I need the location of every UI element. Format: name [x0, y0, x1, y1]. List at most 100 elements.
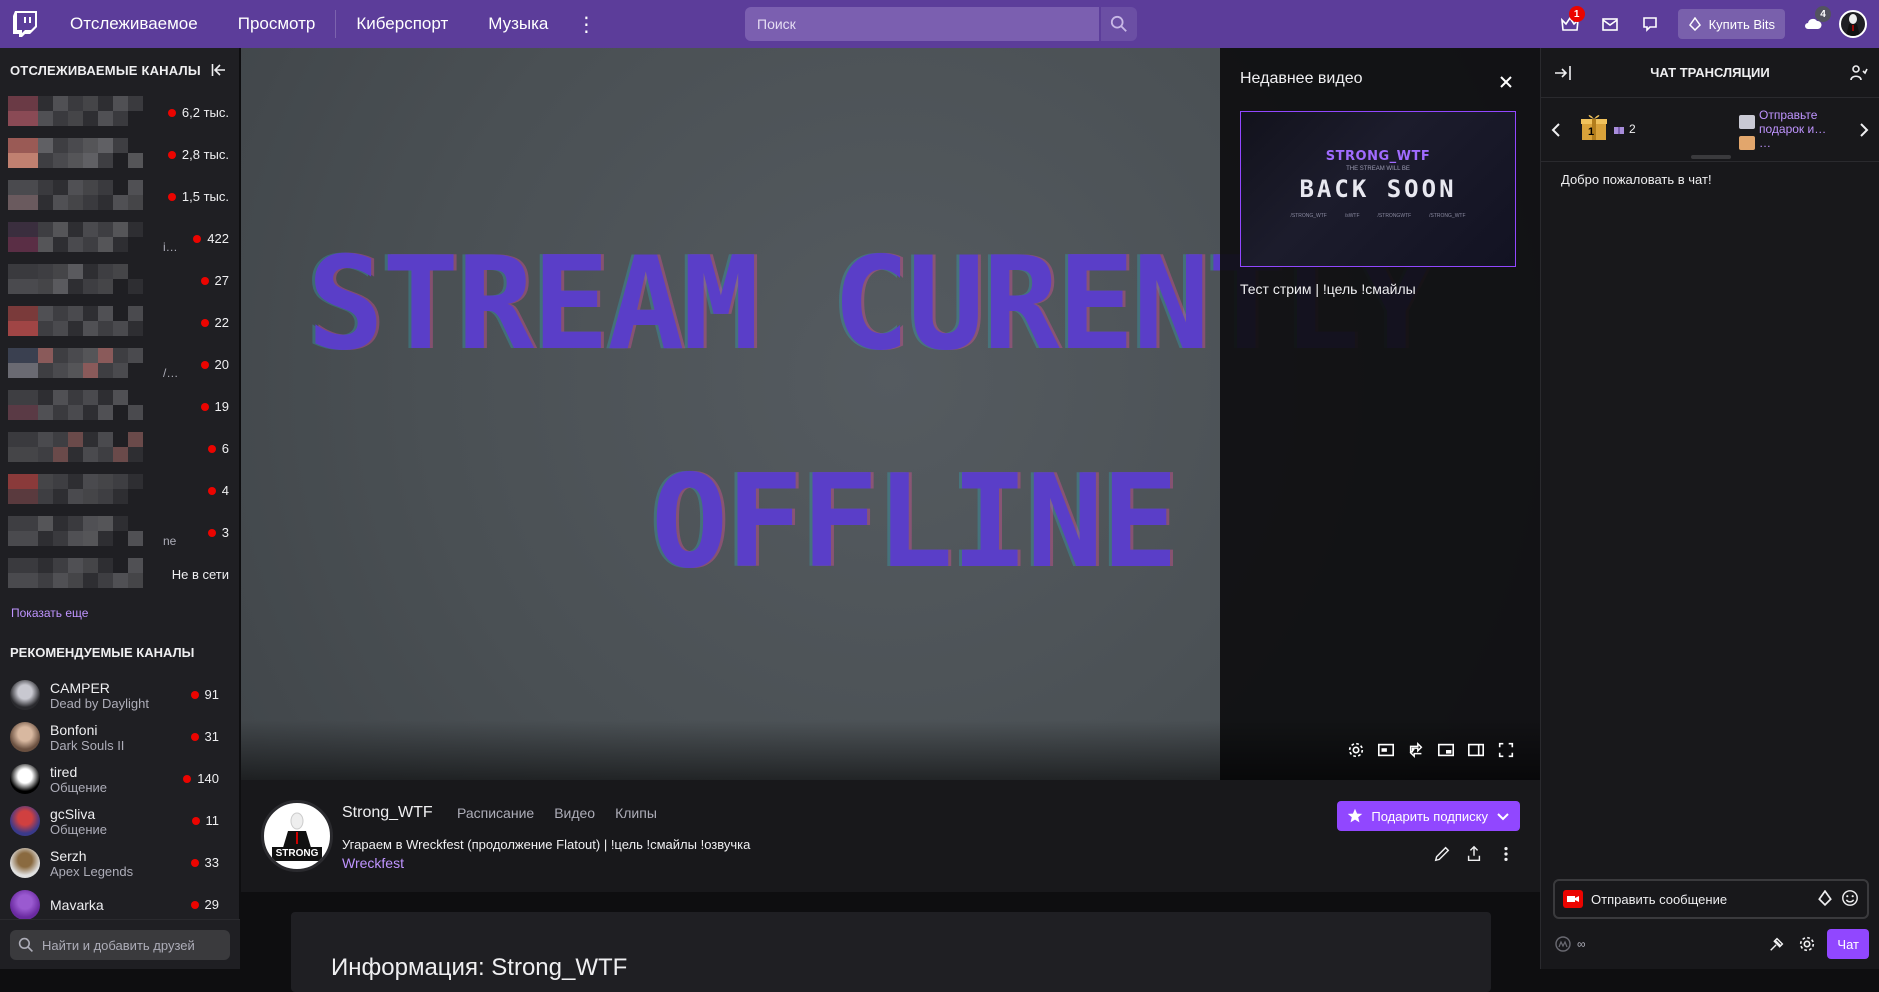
- followed-channel-item[interactable]: 2,8 тыс.: [0, 134, 239, 176]
- chat-send-button[interactable]: Чат: [1827, 929, 1869, 959]
- channel-name[interactable]: Strong_WTF: [342, 804, 433, 822]
- viewer-count: 2,8 тыс.: [167, 147, 229, 162]
- followed-channel-item[interactable]: /… 20: [0, 344, 239, 386]
- recent-video-thumbnail[interactable]: STRONG_WTF THE STREAM WILL BE BACK SOON …: [1240, 111, 1516, 267]
- followed-channel-item[interactable]: 27: [0, 260, 239, 302]
- nav-music[interactable]: Музыка: [468, 0, 568, 48]
- followed-channel-item[interactable]: 6,2 тыс.: [0, 92, 239, 134]
- buy-bits-button[interactable]: Купить Bits: [1677, 9, 1785, 39]
- pixel-cell: [38, 264, 53, 279]
- pixel-cell: [38, 195, 53, 210]
- pixelated-channel-info: [8, 558, 168, 592]
- viewer-count-value: 1,5 тыс.: [181, 189, 229, 204]
- pixel-cell: [38, 111, 53, 126]
- collapse-chat-icon[interactable]: [1553, 63, 1573, 83]
- followed-channel-item[interactable]: i… 422: [0, 218, 239, 260]
- live-dot-icon: [207, 444, 216, 453]
- channel-avatar: [10, 890, 40, 920]
- send-gift-prompt[interactable]: Отправьте подарок и… …: [1739, 108, 1849, 150]
- followed-channel-item[interactable]: 6: [0, 428, 239, 470]
- video-player[interactable]: STREAM CURENTLY OFFLINE Недавнее видео S…: [241, 48, 1540, 780]
- bits-icon[interactable]: [1817, 889, 1833, 909]
- drops-button[interactable]: 4: [1793, 0, 1833, 48]
- chat-welcome-message: Добро пожаловать в чат!: [1561, 172, 1712, 187]
- followed-channel-item[interactable]: 4: [0, 470, 239, 512]
- thumbnail-channel: STRONG_WTF: [1325, 149, 1431, 164]
- viewer-count-value: 6,2 тыс.: [181, 105, 229, 120]
- whisper-icon: [1642, 17, 1657, 32]
- tab-clips[interactable]: Клипы: [615, 805, 657, 821]
- rewards-icon[interactable]: [1767, 934, 1787, 954]
- show-more-link[interactable]: Показать еще: [0, 596, 239, 630]
- stream-game-link[interactable]: Wreckfest: [342, 855, 404, 871]
- channel-name-trail: ne: [163, 534, 177, 548]
- recommended-channel-item[interactable]: Bonfoni Dark Souls II 31: [0, 716, 239, 758]
- collapse-sidebar-icon[interactable]: [209, 60, 229, 80]
- whispers-button[interactable]: [1630, 0, 1670, 48]
- followed-channel-item[interactable]: 22: [0, 302, 239, 344]
- find-friends-input[interactable]: Найти и добавить друзей: [10, 930, 230, 960]
- pixel-cell: [8, 222, 23, 237]
- pixel-cell: [113, 531, 128, 546]
- recommended-channel-item[interactable]: Serzh Apex Legends 33: [0, 842, 239, 884]
- followed-channel-item[interactable]: 1,5 тыс.: [0, 176, 239, 218]
- emote-picker-icon[interactable]: [1841, 889, 1859, 910]
- tab-videos[interactable]: Видео: [554, 805, 595, 821]
- more-options-icon[interactable]: [1496, 844, 1516, 864]
- chevron-down-icon: [1497, 813, 1509, 821]
- tab-schedule[interactable]: Расписание: [457, 805, 534, 821]
- pixel-cell: [38, 279, 53, 294]
- search-input[interactable]: [745, 7, 1099, 41]
- leaderboard-scrollbar[interactable]: [1691, 155, 1731, 159]
- pixel-cell: [38, 516, 53, 531]
- pixel-cell: [38, 432, 53, 447]
- pixel-cell: [68, 264, 83, 279]
- viewer-count-value: 2,8 тыс.: [181, 147, 229, 162]
- inbox-button[interactable]: [1590, 0, 1630, 48]
- clip-icon[interactable]: [1406, 740, 1426, 760]
- pixel-cell: [53, 195, 68, 210]
- nav-browse[interactable]: Просмотр: [218, 0, 336, 48]
- channel-avatar[interactable]: STRONG: [261, 800, 333, 872]
- picture-in-picture-icon[interactable]: [1436, 740, 1456, 760]
- close-icon[interactable]: [1496, 72, 1516, 92]
- followed-channel-item[interactable]: ne 3: [0, 512, 239, 554]
- channel-points[interactable]: ∞: [1553, 934, 1767, 954]
- pixel-cell: [23, 306, 38, 321]
- community-users-icon[interactable]: [1849, 63, 1869, 83]
- chat-input-placeholder: Отправить сообщение: [1591, 891, 1728, 907]
- settings-gear-icon[interactable]: [1346, 740, 1366, 760]
- pixel-cell: [83, 96, 98, 111]
- recommended-channel-item[interactable]: CAMPER Dead by Daylight 91: [0, 674, 239, 716]
- gift-sub-button[interactable]: Подарить подписку: [1337, 801, 1520, 831]
- channel-name: tired: [50, 763, 78, 780]
- edit-pencil-icon[interactable]: [1432, 844, 1452, 864]
- nav-esports[interactable]: Киберспорт: [336, 0, 468, 48]
- followed-channel-item[interactable]: 19: [0, 386, 239, 428]
- user-avatar[interactable]: [1839, 10, 1867, 38]
- twitch-logo-icon[interactable]: [0, 0, 50, 48]
- share-icon[interactable]: [1464, 844, 1484, 864]
- pixel-cell: [53, 447, 68, 462]
- pixel-cell: [98, 321, 113, 336]
- recent-video-caption[interactable]: Тест стрим | !цель !смайлы: [1240, 281, 1416, 297]
- chevron-left-icon[interactable]: [1549, 120, 1563, 140]
- prime-crown-button[interactable]: 1: [1550, 0, 1590, 48]
- pixel-cell: [38, 531, 53, 546]
- channel-name: Serzh: [50, 847, 87, 864]
- fullscreen-icon[interactable]: [1496, 740, 1516, 760]
- nav-following[interactable]: Отслеживаемое: [50, 0, 218, 48]
- more-menu-icon[interactable]: ⋮: [568, 0, 604, 48]
- pixel-cell: [68, 138, 83, 153]
- chat-message-input[interactable]: Отправить сообщение: [1553, 879, 1869, 919]
- pixel-cell: [83, 138, 98, 153]
- recommended-channel-item[interactable]: tired Общение 140: [0, 758, 239, 800]
- chat-settings-gear-icon[interactable]: [1797, 934, 1817, 954]
- recommended-channel-item[interactable]: gcSliva Общение 11: [0, 800, 239, 842]
- video-record-icon[interactable]: [1563, 890, 1583, 908]
- search-button[interactable]: [1101, 7, 1137, 41]
- chevron-right-icon[interactable]: [1857, 120, 1871, 140]
- followed-channel-item[interactable]: Не в сети: [0, 554, 239, 596]
- theatre-mode-icon[interactable]: [1466, 740, 1486, 760]
- mini-player-icon[interactable]: [1376, 740, 1396, 760]
